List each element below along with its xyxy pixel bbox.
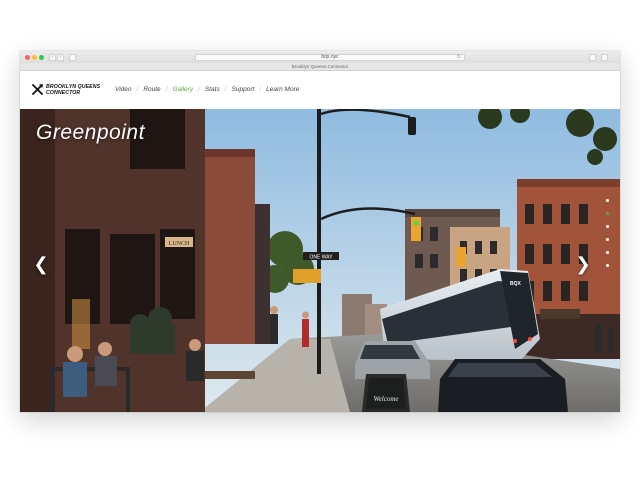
close-window-button[interactable] — [25, 54, 30, 60]
nav-stats[interactable]: Stats — [205, 86, 220, 93]
gallery-dot[interactable] — [605, 225, 609, 228]
greenpoint-street-scene: LUNCH ONE WAY BQX Welcome — [20, 109, 620, 412]
address-bar[interactable]: bqx.nyc ↻ — [195, 53, 465, 61]
gallery-dot-active[interactable] — [605, 212, 609, 215]
url-text: bqx.nyc — [321, 53, 339, 60]
gallery-slide-title: Greenpoint — [36, 121, 145, 144]
chalkboard-text: Welcome — [373, 395, 398, 403]
nav-separator: / — [136, 86, 139, 93]
reload-icon[interactable]: ↻ — [457, 54, 461, 60]
tab-bar: Brooklyn Queens Connector — [20, 63, 620, 71]
nav-separator: / — [259, 86, 262, 93]
nav-gallery[interactable]: Gallery — [173, 86, 194, 93]
share-icon[interactable] — [589, 53, 596, 61]
gallery-slide: LUNCH ONE WAY BQX Welcome Greenpoint ❮ ❯ — [20, 109, 620, 412]
nav-separator: / — [165, 86, 168, 93]
nav-support[interactable]: Support — [232, 86, 255, 93]
tabs-icon[interactable] — [601, 53, 608, 61]
gallery-prev-button[interactable]: ❮ — [33, 255, 49, 273]
nav-learn-more[interactable]: Learn More — [266, 86, 299, 93]
gallery-dot[interactable] — [605, 238, 609, 241]
bqx-logo-icon[interactable] — [32, 84, 43, 95]
zoom-window-button[interactable] — [39, 54, 44, 60]
gallery-dot[interactable] — [605, 251, 609, 254]
nav-video[interactable]: Video — [115, 86, 132, 93]
site-header: BROOKLYN QUEENS CONNECTOR Video / Route … — [20, 71, 620, 109]
nav-separator: / — [224, 86, 227, 93]
gallery-next-button[interactable]: ❯ — [575, 255, 591, 273]
main-nav: Video / Route / Gallery / Stats / Suppor… — [115, 86, 299, 93]
back-button[interactable]: ‹ — [49, 53, 56, 61]
minimize-window-button[interactable] — [32, 54, 37, 60]
nav-separator: / — [198, 86, 200, 93]
gallery-dot[interactable] — [605, 264, 609, 267]
chevron-left-icon: ❮ — [33, 254, 49, 274]
tram-brand-text: BQX — [510, 281, 522, 287]
nav-route[interactable]: Route — [143, 86, 160, 93]
one-way-sign-text: ONE WAY — [309, 255, 333, 261]
browser-window: ‹ › bqx.nyc ↻ Brooklyn Queens Connector … — [20, 51, 620, 412]
brand-name[interactable]: BROOKLYN QUEENS CONNECTOR — [46, 84, 104, 96]
forward-button[interactable]: › — [57, 53, 64, 61]
gallery-dot[interactable] — [605, 199, 609, 202]
sidebar-icon[interactable] — [69, 53, 76, 61]
tab-title[interactable]: Brooklyn Queens Connector — [292, 64, 349, 69]
chevron-right-icon: ❯ — [575, 254, 591, 274]
brand-line-2: CONNECTOR — [46, 90, 81, 96]
lunch-sign-text: LUNCH — [169, 241, 190, 247]
gallery-pagination — [604, 199, 610, 277]
